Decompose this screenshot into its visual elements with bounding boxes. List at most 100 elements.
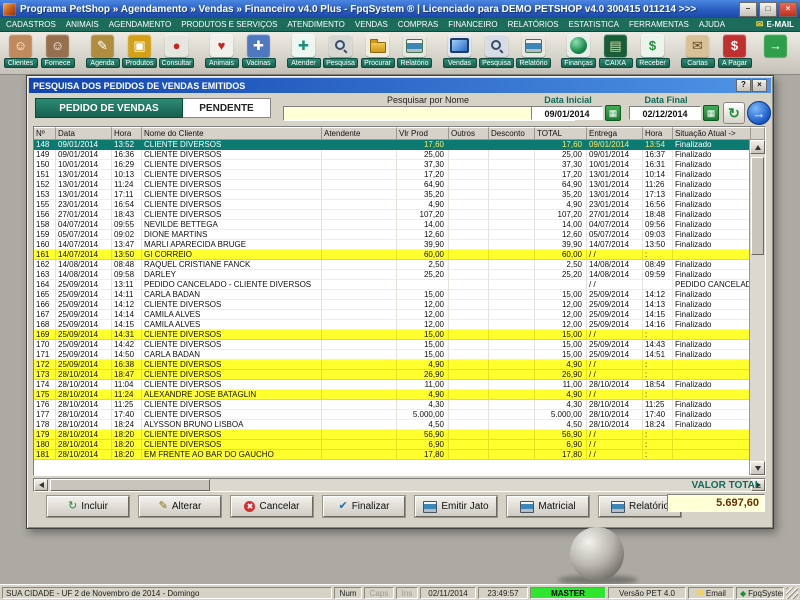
table-row[interactable]: 171 25/09/2014 14:50 CARLA BADAN 15,00 15,00 2…	[34, 350, 751, 360]
incluir-button[interactable]: ↻ Incluir	[47, 496, 129, 517]
column-header-atendente[interactable]: Atendente	[322, 127, 397, 140]
toolbar-button-relat-rio[interactable]: Relatório	[515, 34, 552, 68]
scroll-left-button[interactable]	[34, 479, 48, 491]
table-row[interactable]: 174 28/10/2014 11:04 CLIENTE DIVERSOS 11,00 1…	[34, 380, 751, 390]
menu-item-agendamento[interactable]: AGENDAMENTO	[109, 20, 172, 29]
menu-item-relat-rios[interactable]: RELATÓRIOS	[508, 20, 559, 29]
toolbar-button-animais[interactable]: ♥ Animais	[203, 34, 240, 68]
scroll-down-button[interactable]	[750, 461, 765, 475]
table-row[interactable]: 178 28/10/2014 18:24 ALYSSON BRUNO LISBOA 4,…	[34, 420, 751, 430]
date-end-field[interactable]: 02/12/2014	[629, 106, 701, 120]
scroll-track[interactable]	[210, 479, 751, 491]
toolbar-button-vendas[interactable]: Vendas	[441, 34, 478, 68]
table-row[interactable]: 169 25/09/2014 14:31 CLIENTE DIVERSOS 15,00 1…	[34, 330, 751, 340]
emitir-jato-button[interactable]: Emitir Jato	[415, 496, 497, 517]
table-row[interactable]: 173 28/10/2014 18:47 CLIENTE DIVERSOS 26,90 2…	[34, 370, 751, 380]
table-row[interactable]: 149 09/01/2014 16:36 CLIENTE DIVERSOS 25,00 2…	[34, 150, 751, 160]
table-row[interactable]: 170 25/09/2014 14:42 CLIENTE DIVERSOS 15,00 1…	[34, 340, 751, 350]
menu-item-financeiro[interactable]: FINANCEIRO	[448, 20, 497, 29]
toolbar-button-caixa[interactable]: ▤ CAIXA	[597, 34, 634, 68]
maximize-button[interactable]: □	[759, 1, 777, 17]
minimize-button[interactable]: –	[739, 1, 757, 17]
vertical-scroll-thumb[interactable]	[751, 157, 764, 255]
date-start-field[interactable]: 09/01/2014	[531, 106, 603, 120]
menu-item-produtos-e-servi-os[interactable]: PRODUTOS E SERVIÇOS	[181, 20, 277, 29]
toolbar-button-consultar[interactable]: ● Consultar	[158, 34, 195, 68]
table-row[interactable]: 160 14/07/2014 13:47 MARLI APARECIDA BRUGE 3…	[34, 240, 751, 250]
toolbar-button-atender[interactable]: ✚ Atender	[285, 34, 322, 68]
menu-item-cadastros[interactable]: CADASTROS	[6, 20, 56, 29]
table-row[interactable]: 167 25/09/2014 14:14 CAMILA ALVES 12,00 12,00…	[34, 310, 751, 320]
alterar-button[interactable]: ✎ Alterar	[139, 496, 221, 517]
table-row[interactable]: 172 25/09/2014 16:38 CLIENTE DIVERSOS 4,90 4,…	[34, 360, 751, 370]
dialog-close-button[interactable]: ×	[752, 79, 767, 92]
menu-item-email[interactable]: E-MAIL	[756, 19, 794, 30]
table-row[interactable]: 164 25/09/2014 13:11 PEDIDO CANCELADO - CLI…	[34, 280, 751, 290]
column-header-entrega[interactable]: Entrega	[587, 127, 643, 140]
menu-item-vendas[interactable]: VENDAS	[355, 20, 388, 29]
table-row[interactable]: 150 10/01/2014 16:29 CLIENTE DIVERSOS 37,30 3…	[34, 160, 751, 170]
table-row[interactable]: 159 05/07/2014 09:02 DIONE MARTINS 12,60 12,6…	[34, 230, 751, 240]
table-row[interactable]: 166 25/09/2014 14:12 CLIENTE DIVERSOS 12,00 1…	[34, 300, 751, 310]
finalizar-button[interactable]: ✔ Finalizar	[323, 496, 405, 517]
table-row[interactable]: 156 27/01/2014 18:43 CLIENTE DIVERSOS 107,20…	[34, 210, 751, 220]
column-header-nome-do-cliente[interactable]: Nome do Cliente	[142, 127, 322, 140]
column-header-n[interactable]: Nº	[34, 127, 56, 140]
table-row[interactable]: 158 04/07/2014 09:55 NEVILDE BETTEGA 14,00 14…	[34, 220, 751, 230]
vertical-scrollbar[interactable]	[749, 140, 765, 475]
horizontal-scrollbar[interactable]	[33, 478, 766, 492]
column-header-outros[interactable]: Outros	[449, 127, 489, 140]
date-end-calendar-button[interactable]	[703, 105, 719, 121]
table-row[interactable]: 155 23/01/2014 16:54 CLIENTE DIVERSOS 4,90 4,…	[34, 200, 751, 210]
table-row[interactable]: 161 14/07/2014 13:50 GI CORREIO 60,00 60,00/ …	[34, 250, 751, 260]
toolbar-button-pesquisa[interactable]: Pesquisa	[322, 34, 359, 68]
toolbar-button-finan-as[interactable]: Finanças	[560, 34, 597, 68]
cancelar-button[interactable]: ✖ Cancelar	[231, 496, 313, 517]
table-row[interactable]: 151 13/01/2014 10:13 CLIENTE DIVERSOS 17,20 1…	[34, 170, 751, 180]
toolbar-button-agenda[interactable]: ✎ Agenda	[84, 34, 121, 68]
menu-item-compras[interactable]: COMPRAS	[398, 20, 438, 29]
table-row[interactable]: 153 13/01/2014 17:11 CLIENTE DIVERSOS 35,20 3…	[34, 190, 751, 200]
refresh-button[interactable]	[723, 102, 745, 124]
toolbar-button-a-pagar[interactable]: $ A Pagar	[716, 34, 753, 68]
table-row[interactable]: 148 09/01/2014 13:52 CLIENTE DIVERSOS 17,60 1…	[34, 140, 751, 150]
dialog-help-button[interactable]: ?	[736, 79, 751, 92]
date-start-calendar-button[interactable]	[605, 105, 621, 121]
resize-grip[interactable]	[786, 586, 798, 599]
toolbar-button-relat-rio[interactable]: Relatório	[396, 34, 433, 68]
toolbar-button-cartas[interactable]: ✉ Cartas	[679, 34, 716, 68]
menu-item-ferramentas[interactable]: FERRAMENTAS	[629, 20, 689, 29]
matricial-button[interactable]: Matricial	[507, 496, 589, 517]
go-search-button[interactable]	[747, 101, 771, 125]
status-email[interactable]: Email	[688, 586, 734, 599]
table-row[interactable]: 163 14/08/2014 09:58 DARLEY 25,20 25,20 14/08/…	[34, 270, 751, 280]
toolbar-button-procurar[interactable]: Procurar	[359, 34, 396, 68]
column-header-desconto[interactable]: Desconto	[489, 127, 535, 140]
column-header-vlr-prod[interactable]: Vlr Prod	[397, 127, 449, 140]
menu-item-estatistica[interactable]: ESTATISTICA	[569, 20, 619, 29]
column-header-hora[interactable]: Hora	[643, 127, 673, 140]
column-header-hora[interactable]: Hora	[112, 127, 142, 140]
close-button[interactable]: ×	[779, 1, 797, 17]
table-row[interactable]: 180 28/10/2014 18:20 CLIENTE DIVERSOS 6,90 6,…	[34, 440, 751, 450]
column-header-data[interactable]: Data	[56, 127, 112, 140]
horizontal-scroll-thumb[interactable]	[50, 479, 210, 491]
table-row[interactable]: 175 28/10/2014 11:24 ALEXANDRE JOSE BATAGLI…	[34, 390, 751, 400]
toolbar-button-produtos[interactable]: ▣ Produtos	[121, 34, 158, 68]
scroll-up-button[interactable]	[750, 140, 765, 154]
column-header-total[interactable]: TOTAL	[535, 127, 587, 140]
table-row[interactable]: 168 25/09/2014 14:15 CAMILA ALVES 12,00 12,00…	[34, 320, 751, 330]
toolbar-button-clientes[interactable]: ☺ Clientes	[2, 34, 39, 68]
toolbar-button-receber[interactable]: $ Receber	[634, 34, 671, 68]
column-header-situa-o-atual[interactable]: Situação Atual ->	[673, 127, 751, 140]
table-row[interactable]: 176 28/10/2014 11:25 CLIENTE DIVERSOS 4,30 4,…	[34, 400, 751, 410]
table-row[interactable]: 162 14/08/2014 08:48 RAQUEL CRISTIANE FANCK…	[34, 260, 751, 270]
table-row[interactable]: 165 25/09/2014 14:11 CARLA BADAN 15,00 15,00 2…	[34, 290, 751, 300]
table-row[interactable]: 152 13/01/2014 11:24 CLIENTE DIVERSOS 64,90 6…	[34, 180, 751, 190]
toolbar-button-pesquisa[interactable]: Pesquisa	[478, 34, 515, 68]
menu-item-ajuda[interactable]: AJUDA	[699, 20, 725, 29]
menu-item-atendimento[interactable]: ATENDIMENTO	[287, 20, 344, 29]
toolbar-button-vacinas[interactable]: ✚ Vacinas	[240, 34, 277, 68]
toolbar-button-fornece[interactable]: ☺ Fornece	[39, 34, 76, 68]
menu-item-animais[interactable]: ANIMAIS	[66, 20, 99, 29]
